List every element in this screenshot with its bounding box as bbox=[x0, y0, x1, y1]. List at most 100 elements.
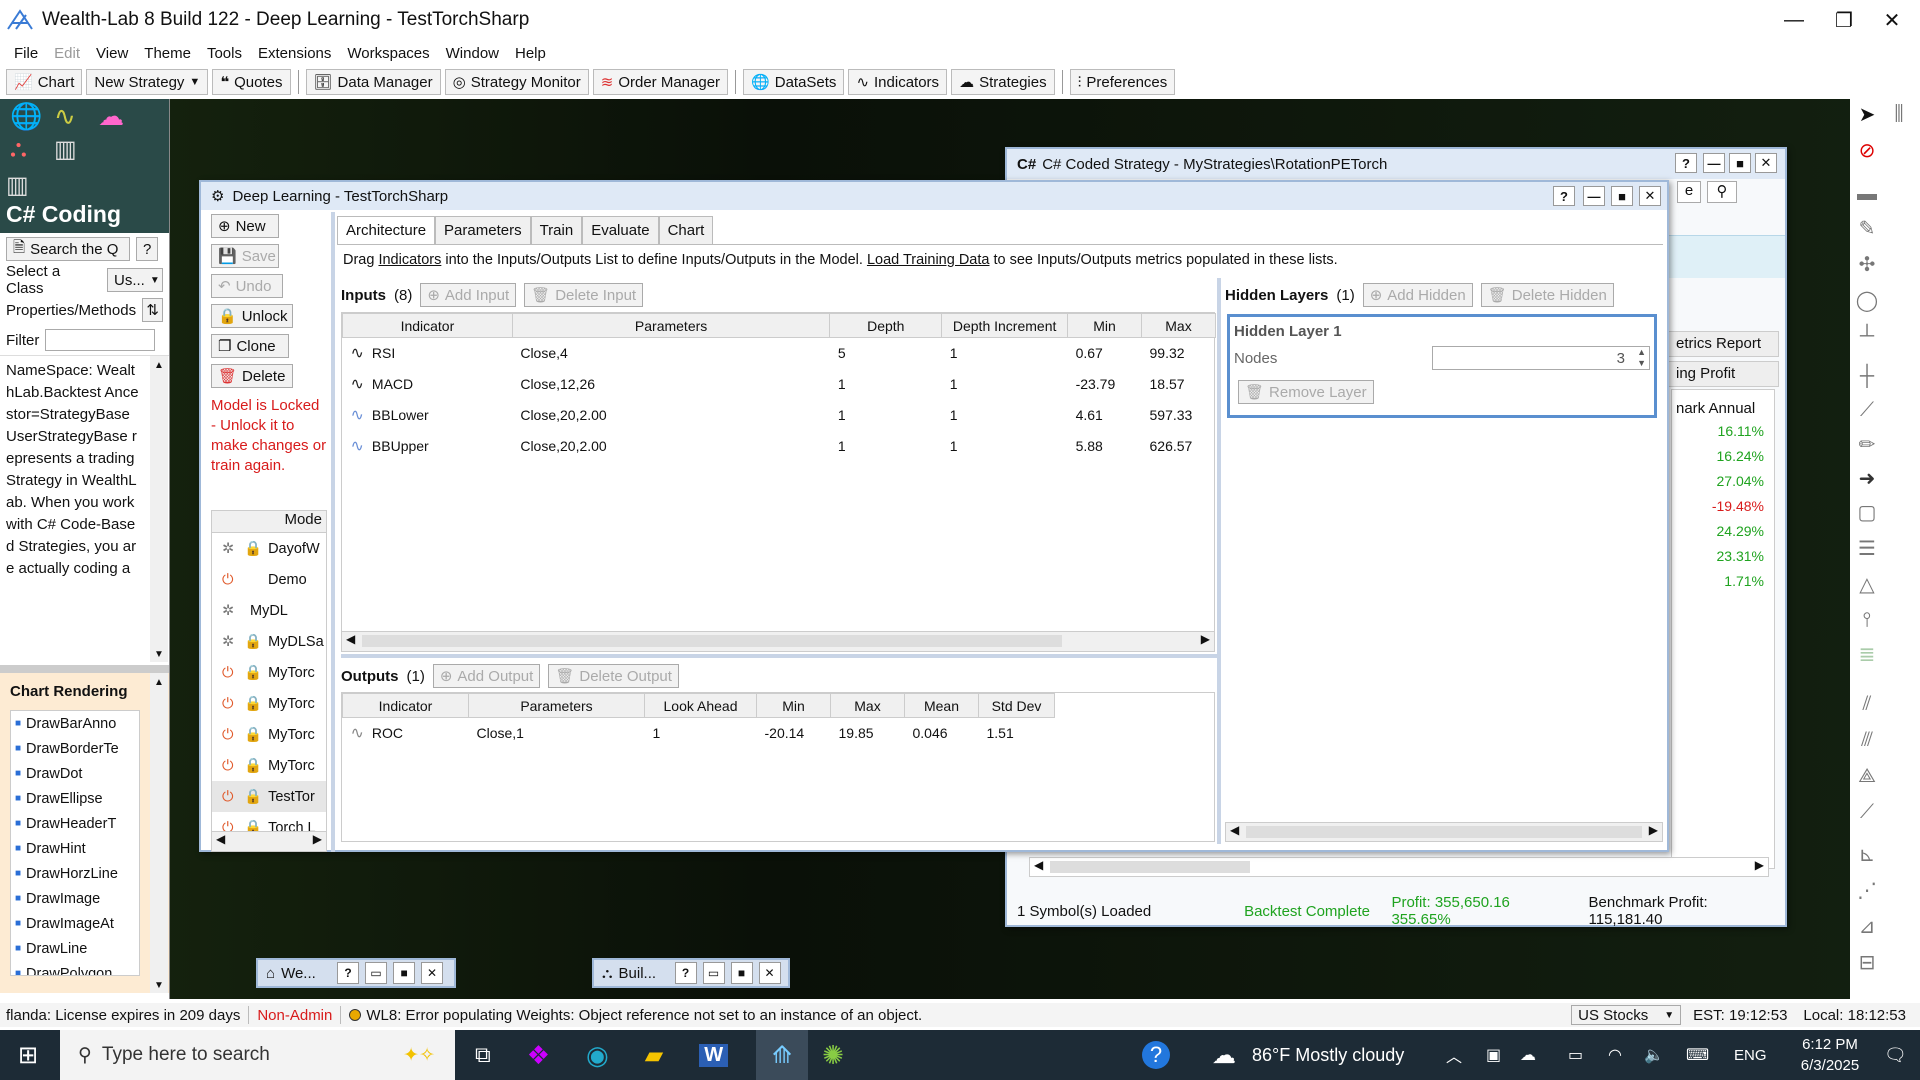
ellipse-icon[interactable]: ◯ bbox=[1852, 285, 1882, 315]
pin-icon[interactable]: ⫼ bbox=[1884, 99, 1914, 129]
remove-layer-button[interactable]: 🗑 Remove Layer bbox=[1238, 380, 1374, 404]
word-icon[interactable]: W bbox=[699, 1043, 729, 1067]
wifi-icon[interactable]: ◠ bbox=[1608, 1045, 1622, 1065]
speed-lines-icon[interactable]: ⟋ bbox=[1852, 797, 1882, 827]
e-button[interactable]: e bbox=[1677, 181, 1701, 203]
search-the-q-button[interactable]: 🗎 Search the Q bbox=[6, 237, 130, 261]
arrow-right-icon[interactable]: ➜ bbox=[1852, 463, 1882, 493]
method-list-item[interactable]: ■ DrawBarAnno bbox=[11, 711, 139, 736]
method-list-item[interactable]: ■ DrawImage bbox=[11, 886, 139, 911]
table-row[interactable]: ∿ BBLower Close,20,2.00 1 1 4.61 597.33 bbox=[343, 400, 1216, 431]
menu-workspaces[interactable]: Workspaces bbox=[339, 45, 437, 62]
strategy-monitor-button[interactable]: ◎ Strategy Monitor bbox=[444, 69, 589, 95]
strategies-button[interactable]: ☁ Strategies bbox=[951, 69, 1055, 95]
triangle-icon[interactable]: △ bbox=[1852, 569, 1882, 599]
new-model-button[interactable]: ⊕ New bbox=[211, 214, 279, 238]
no-entry-icon[interactable]: ⊘ bbox=[1852, 135, 1882, 165]
window-help-button[interactable]: ? bbox=[337, 962, 360, 984]
edge-icon[interactable]: ◉ bbox=[586, 1040, 609, 1071]
window-restore-button[interactable]: ▭ bbox=[365, 962, 388, 984]
menu-file[interactable]: File bbox=[6, 45, 46, 62]
minimize-button[interactable]: — bbox=[1770, 0, 1818, 40]
horizontal-line-icon[interactable]: ┼ bbox=[1852, 361, 1882, 391]
inputs-outputs-splitter[interactable] bbox=[341, 654, 1217, 658]
table-row[interactable]: ∿ MACD Close,12,26 1 1 -23.79 18.57 bbox=[343, 369, 1216, 400]
menu-edit[interactable]: Edit bbox=[46, 45, 88, 62]
add-input-button[interactable]: ⊕ Add Input bbox=[420, 283, 517, 307]
speaker-icon[interactable]: 🔈 bbox=[1644, 1045, 1664, 1065]
menu-view[interactable]: View bbox=[88, 45, 136, 62]
save-button[interactable]: 💾 Save bbox=[211, 244, 279, 268]
stepper-arrows-icon[interactable]: ▲ ▼ bbox=[1637, 347, 1646, 369]
tab-train[interactable]: Train bbox=[530, 216, 583, 244]
model-list-item[interactable]: ⏻ 🔒 MyTorc bbox=[212, 688, 326, 719]
channel-icon[interactable]: ⫽ bbox=[1852, 689, 1882, 719]
window-help-button[interactable]: ? bbox=[1675, 153, 1697, 173]
fork-icon[interactable]: ⫯ bbox=[1852, 605, 1882, 635]
window-close-button[interactable]: ✕ bbox=[1639, 186, 1661, 206]
method-list-item[interactable]: ■ DrawBorderTe bbox=[11, 736, 139, 761]
col-max[interactable]: Max bbox=[830, 693, 905, 718]
vertical-line-icon[interactable]: ┴ bbox=[1852, 321, 1882, 351]
col-depth-increment[interactable]: Depth Increment bbox=[941, 313, 1069, 338]
method-list-item[interactable]: ■ DrawImageAt bbox=[11, 911, 139, 936]
pencil-icon[interactable]: ✏ bbox=[1852, 429, 1882, 459]
battery-icon[interactable]: ▭ bbox=[1568, 1045, 1583, 1065]
indicators-button[interactable]: ∿ Indicators bbox=[848, 69, 948, 95]
col-indicator[interactable]: Indicator bbox=[342, 693, 469, 718]
wealthlab-taskbar-icon[interactable]: ⟰ bbox=[756, 1030, 809, 1080]
method-list-item[interactable]: ■ DrawEllipse bbox=[11, 786, 139, 811]
clone-button[interactable]: ❐ Clone bbox=[211, 334, 289, 358]
cubes-icon[interactable]: ⛬ bbox=[10, 135, 27, 163]
arc-icon[interactable]: ⊿ bbox=[1852, 911, 1882, 941]
undo-button[interactable]: ↶ Undo bbox=[211, 274, 283, 298]
model-list-hscroll[interactable]: ◀ ▶ bbox=[212, 831, 326, 851]
col-min[interactable]: Min bbox=[756, 693, 831, 718]
onedrive-icon[interactable]: ☁ bbox=[1520, 1045, 1536, 1065]
quotes-button[interactable]: ❝ Quotes bbox=[212, 69, 291, 95]
unlock-button[interactable]: 🔒 Unlock bbox=[211, 304, 293, 328]
window-restore-button[interactable]: ▭ bbox=[702, 962, 725, 984]
wave-icon[interactable]: ∿ bbox=[54, 101, 76, 132]
method-list-item[interactable]: ■ DrawHorzLine bbox=[11, 861, 139, 886]
order-manager-button[interactable]: ≋ Order Manager bbox=[592, 69, 729, 95]
keyboard-icon[interactable]: ⌨ bbox=[1686, 1045, 1709, 1065]
meet-icon[interactable]: ▣ bbox=[1486, 1045, 1501, 1065]
copilot-icon[interactable]: ❖ bbox=[527, 1040, 550, 1071]
pattern-icon[interactable]: ⟁ bbox=[1852, 761, 1882, 791]
data-manager-button[interactable]: 🗄 Data Manager bbox=[305, 69, 441, 95]
tab-parameters[interactable]: Parameters bbox=[435, 216, 531, 244]
tab-evaluate[interactable]: Evaluate bbox=[582, 216, 659, 244]
tab-chart[interactable]: Chart bbox=[658, 216, 714, 244]
table-row[interactable]: ∿ RSI Close,4 5 1 0.67 99.32 bbox=[343, 338, 1216, 369]
table-row[interactable]: ∿ BBUpper Close,20,2.00 1 1 5.88 626.57 bbox=[343, 431, 1216, 462]
chart-button[interactable]: 📈 Chart bbox=[6, 69, 83, 95]
col-max[interactable]: Max bbox=[1141, 313, 1216, 338]
window-minimize-button[interactable]: — bbox=[1703, 153, 1725, 173]
col-std-dev[interactable]: Std Dev bbox=[978, 693, 1055, 718]
window-help-button[interactable]: ? bbox=[674, 962, 697, 984]
brush-icon[interactable]: ✎ bbox=[1852, 213, 1882, 243]
file-explorer-icon[interactable]: ▰ bbox=[645, 1041, 663, 1070]
model-list-item[interactable]: ✲ MyDL bbox=[212, 595, 326, 626]
restore-button[interactable]: ❐ bbox=[1820, 0, 1868, 40]
window-maximize-button[interactable]: ■ bbox=[393, 962, 416, 984]
gann-icon[interactable]: ⊾ bbox=[1852, 839, 1882, 869]
ing-profit-tab[interactable]: ing Profit bbox=[1667, 361, 1779, 387]
col-mean[interactable]: Mean bbox=[904, 693, 979, 718]
note-icon[interactable]: ☰ bbox=[1852, 533, 1882, 563]
indicators-link[interactable]: Indicators bbox=[378, 252, 441, 268]
grid-lines-icon[interactable]: ⊟ bbox=[1852, 947, 1882, 977]
datasets-button[interactable]: 🌐 DataSets bbox=[743, 69, 845, 95]
trendline-icon[interactable]: ⟋ bbox=[1852, 395, 1882, 425]
menu-help[interactable]: Help bbox=[507, 45, 554, 62]
add-output-button[interactable]: ⊕ Add Output bbox=[432, 664, 541, 688]
library-icon[interactable]: ▥ bbox=[54, 135, 77, 164]
language-text[interactable]: ENG bbox=[1734, 1047, 1767, 1064]
window-close-button[interactable]: ✕ bbox=[421, 962, 444, 984]
load-training-data-link[interactable]: Load Training Data bbox=[867, 252, 990, 268]
link-icon[interactable]: ⚲ bbox=[1707, 181, 1737, 203]
delete-hidden-button[interactable]: 🗑 Delete Hidden bbox=[1480, 283, 1614, 307]
window-maximize-button[interactable]: ■ bbox=[1729, 153, 1751, 173]
hidden-hscroll[interactable]: ◀ ▶ bbox=[1225, 822, 1663, 842]
